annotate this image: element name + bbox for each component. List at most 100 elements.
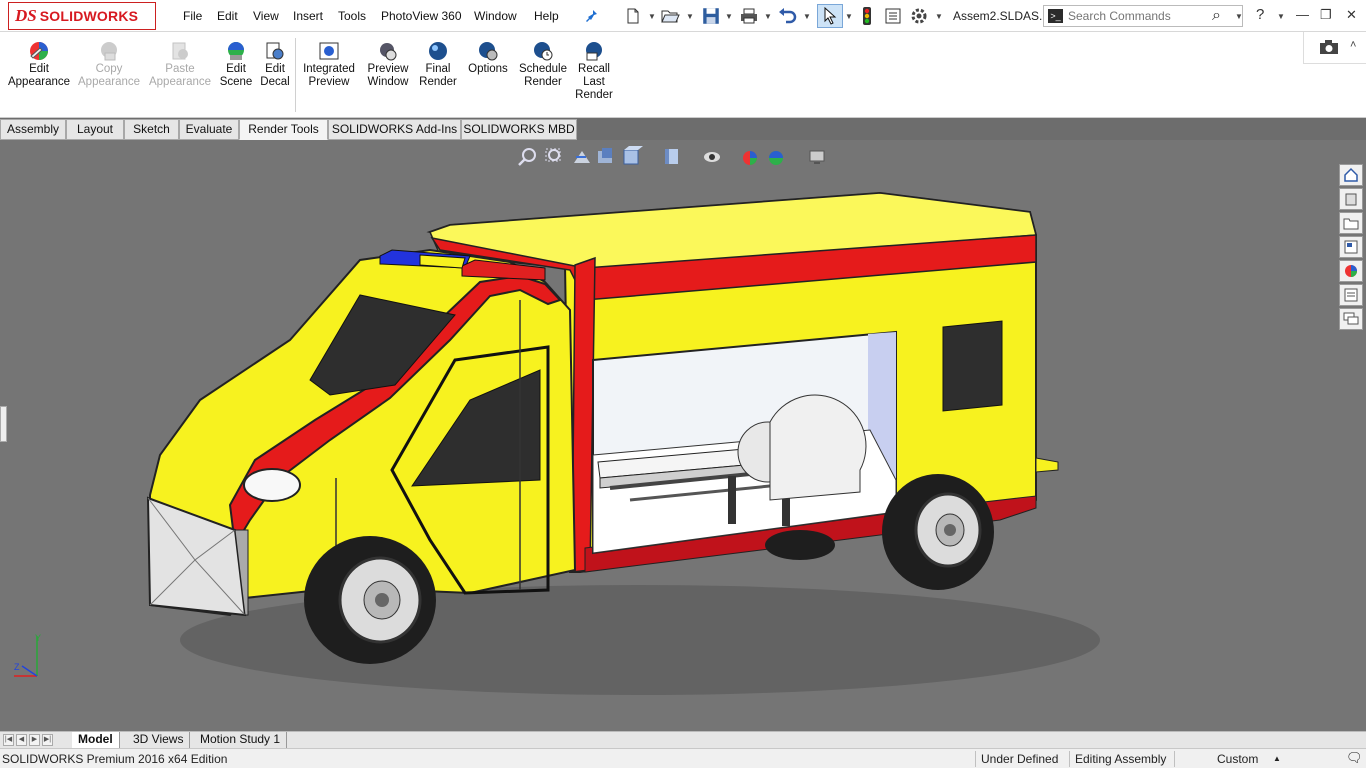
document-title: Assem2.SLDAS... [953, 9, 1050, 23]
units-dropdown-icon[interactable]: ▲ [1273, 754, 1281, 763]
cmd-label-line1: Edit [29, 63, 49, 75]
status-separator [1069, 751, 1070, 767]
first-tab-icon[interactable]: |◀ [3, 734, 14, 746]
forum-icon[interactable] [1339, 308, 1363, 330]
pin-icon[interactable] [583, 6, 599, 26]
tab-model[interactable]: Model [72, 732, 120, 748]
file-explorer-icon[interactable] [1339, 212, 1363, 234]
search-commands-box[interactable]: >_ ⌕ [1043, 5, 1243, 27]
cmd-label-line2: Scene [219, 76, 253, 88]
collapse-chevron-icon[interactable]: ˄ [1350, 39, 1356, 51]
solidworks-logo[interactable]: DS SOLIDWORKS [8, 2, 156, 30]
menu-help[interactable]: Help [534, 9, 559, 23]
new-document-icon[interactable] [624, 6, 642, 26]
cmd-label-line2: Appearance [78, 76, 141, 88]
final-render-icon [429, 42, 447, 60]
prev-tab-icon[interactable]: ◀ [16, 734, 27, 746]
options-button[interactable]: Options [464, 40, 512, 76]
cmd-label-line2: Preview [308, 76, 350, 88]
help-icon[interactable]: ? [1256, 6, 1264, 23]
tab-solidworks-mbd[interactable]: SOLIDWORKS MBD [461, 119, 577, 140]
command-prompt-icon: >_ [1048, 9, 1063, 23]
recall-last-render-button[interactable]: Recall Last Render [574, 40, 614, 102]
camera-icon[interactable] [1319, 39, 1339, 55]
tab-3d-views[interactable]: 3D Views [127, 732, 191, 748]
file-properties-icon[interactable] [884, 6, 902, 26]
cmd-label-line1: Final [425, 63, 451, 75]
save-icon[interactable] [701, 6, 721, 26]
options-gear-icon[interactable] [909, 6, 929, 26]
graphics-viewport[interactable]: Y Z [0, 140, 1366, 731]
menu-window[interactable]: Window [474, 9, 517, 23]
next-tab-icon[interactable]: ▶ [29, 734, 40, 746]
edit-appearance-button[interactable]: Edit Appearance [6, 40, 72, 89]
solidworks-resources-home-icon[interactable] [1339, 164, 1363, 186]
tab-layout[interactable]: Layout [66, 119, 124, 140]
quick-tips-icon[interactable]: 🗨 [1346, 750, 1363, 766]
final-render-button[interactable]: Final Render [416, 40, 460, 89]
tab-assembly[interactable]: Assembly [0, 119, 66, 140]
print-icon[interactable] [739, 6, 759, 26]
cmd-label-line2: Render [524, 76, 562, 88]
menu-photoview-360[interactable]: PhotoView 360 [381, 9, 462, 23]
search-icon[interactable]: ⌕ [1212, 7, 1221, 25]
tab-motion-study-1[interactable]: Motion Study 1 [194, 732, 288, 748]
tab-render-tools[interactable]: Render Tools [239, 119, 328, 140]
edit-decal-button[interactable]: Edit Decal [257, 40, 293, 89]
search-input[interactable] [1068, 8, 1208, 24]
menu-tools[interactable]: Tools [338, 9, 366, 23]
last-tab-icon[interactable]: ▶| [42, 734, 53, 746]
brand-name: SOLIDWORKS [39, 8, 139, 24]
print-dropdown-icon[interactable]: ▼ [764, 12, 772, 21]
save-dropdown-icon[interactable]: ▼ [725, 12, 733, 21]
restore-icon[interactable]: ❐ [1320, 7, 1332, 23]
menu-insert[interactable]: Insert [293, 9, 323, 23]
cmd-label-line1: Preview [367, 63, 409, 75]
rebuild-traffic-light-icon[interactable] [860, 6, 874, 26]
select-button[interactable] [817, 4, 843, 28]
menu-view[interactable]: View [253, 9, 279, 23]
schedule-render-button[interactable]: Schedule Render [514, 40, 572, 89]
command-separator [295, 38, 296, 112]
status-bar: SOLIDWORKS Premium 2016 x64 Edition Unde… [0, 748, 1366, 768]
integrated-preview-button[interactable]: Integrated Preview [299, 40, 359, 89]
tab-sketch[interactable]: Sketch [124, 119, 179, 140]
units-selector[interactable]: Custom [1217, 752, 1258, 766]
model-tabs-bar: |◀ ◀ ▶ ▶| Model 3D Views Motion Study 1 [0, 731, 1366, 748]
preview-window-button[interactable]: Preview Window [362, 40, 414, 89]
appearances-scenes-icon[interactable] [1339, 260, 1363, 282]
cmd-label-line2: Last [583, 76, 605, 88]
copy-appearance-button[interactable]: Copy Appearance [78, 40, 140, 89]
help-dropdown-icon[interactable]: ▼ [1277, 12, 1285, 21]
cmd-label-line2: Decal [260, 76, 290, 88]
open-dropdown-icon[interactable]: ▼ [686, 12, 694, 21]
cmd-label-line2: Window [367, 76, 409, 88]
menu-file[interactable]: File [183, 9, 202, 23]
undo-dropdown-icon[interactable]: ▼ [803, 12, 811, 21]
tab-evaluate[interactable]: Evaluate [179, 119, 239, 140]
custom-properties-icon[interactable] [1339, 284, 1363, 306]
command-manager-right-panel: ˄ [1303, 32, 1366, 64]
options-dropdown-icon[interactable]: ▼ [935, 12, 943, 21]
new-dropdown-icon[interactable]: ▼ [648, 12, 656, 21]
ambulance-3d-model[interactable] [0, 140, 1366, 731]
undo-icon[interactable] [778, 6, 798, 26]
minimize-icon[interactable]: — [1296, 7, 1309, 22]
edit-scene-button[interactable]: Edit Scene [216, 40, 256, 89]
open-folder-icon[interactable] [660, 6, 680, 26]
tab-solidworks-add-ins[interactable]: SOLIDWORKS Add-Ins [328, 119, 461, 140]
menu-edit[interactable]: Edit [217, 9, 238, 23]
status-separator [1174, 751, 1175, 767]
status-edition: SOLIDWORKS Premium 2016 x64 Edition [2, 752, 228, 766]
edit-decal-icon [266, 42, 284, 60]
close-icon[interactable]: ✕ [1346, 7, 1357, 23]
search-dropdown-icon[interactable]: ▼ [1235, 12, 1243, 21]
design-library-icon[interactable] [1339, 188, 1363, 210]
cmd-label-line1: Edit [226, 63, 246, 75]
options-icon [479, 42, 498, 61]
select-dropdown-icon[interactable]: ▼ [845, 12, 853, 21]
view-palette-icon[interactable] [1339, 236, 1363, 258]
paste-appearance-button[interactable]: Paste Appearance [148, 40, 212, 89]
cmd-label-line1: Paste [165, 63, 195, 75]
recall-last-render-icon [586, 42, 602, 61]
